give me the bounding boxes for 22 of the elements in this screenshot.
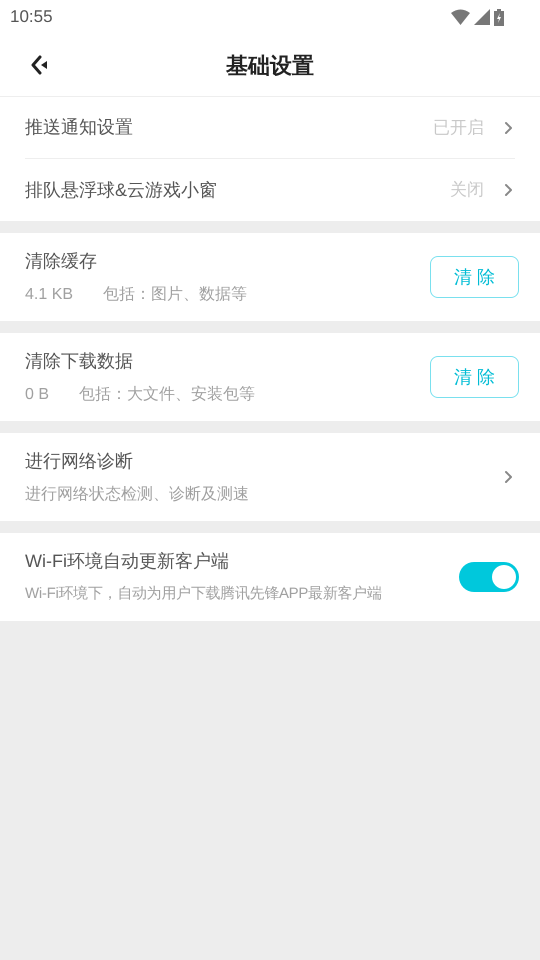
row-subtitle: 包括：图片、数据等 (103, 284, 248, 304)
toggle-switch[interactable] (459, 562, 519, 592)
row-title: 清除缓存 (25, 250, 98, 272)
battery-icon (494, 8, 504, 26)
row-title: Wi-Fi环境自动更新客户端 (25, 550, 230, 574)
signal-icon (474, 9, 490, 25)
size-text: 4.1 KB (25, 284, 74, 304)
back-icon (30, 55, 48, 75)
chevron-right-icon (504, 470, 513, 484)
row-title: 进行网络诊断 (25, 450, 134, 472)
chevron-right-icon (504, 183, 513, 197)
chevron-right-icon (504, 120, 513, 134)
wifi-icon (451, 9, 470, 25)
clock: 10:55 (10, 6, 53, 28)
row-title: 推送通知设置 (25, 116, 133, 139)
row-title: 排队悬浮球&云游戏小窗 (25, 178, 218, 202)
row-subtitle: Wi-Fi环境下，自动为用户下载腾讯先锋APP最新客户端 (25, 584, 382, 604)
page-title: 基础设置 (226, 52, 314, 80)
row-subtitle: 包括：大文件、安装包等 (79, 384, 256, 404)
row-subtitle: 进行网络状态检测、诊断及测速 (25, 484, 249, 504)
row-title: 清除下载数据 (25, 350, 134, 372)
size-text: 0 B (25, 384, 50, 404)
